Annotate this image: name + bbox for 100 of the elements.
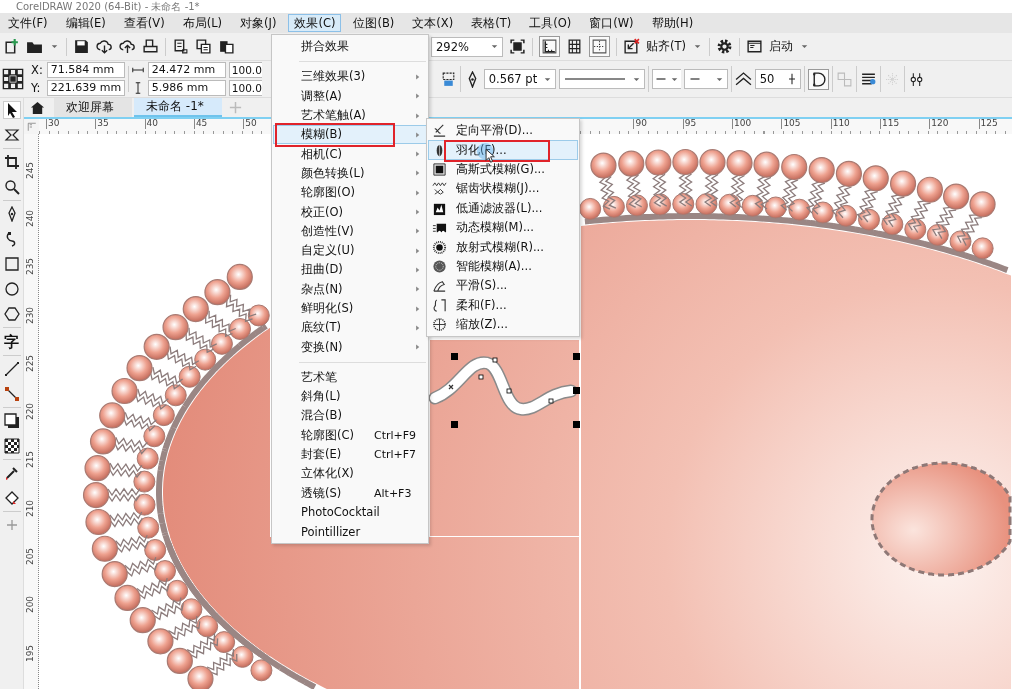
menu-item[interactable]: 文件(F): [2, 14, 54, 32]
menu-item[interactable]: 三维效果(3): [273, 67, 427, 87]
save-icon[interactable]: [73, 38, 90, 55]
export-icon[interactable]: [195, 38, 212, 55]
menu-item[interactable]: 变换(N): [273, 337, 427, 357]
menu-item[interactable]: 表格(T): [465, 14, 518, 32]
menu-item[interactable]: 编辑(E): [59, 14, 112, 32]
menu-item[interactable]: 扭曲(D): [273, 260, 427, 280]
menu-item[interactable]: 斜角(L): [273, 387, 427, 407]
menu-item[interactable]: 放射式模糊(R)...: [428, 237, 578, 257]
menu-item[interactable]: 布局(L): [176, 14, 229, 32]
menu-item[interactable]: 底纹(T): [273, 318, 427, 338]
start-arrow-field[interactable]: [651, 69, 681, 89]
shape-tool-icon[interactable]: [3, 127, 20, 143]
menu-item[interactable]: PhotoCocktail: [273, 502, 427, 523]
close-curve-icon[interactable]: [807, 68, 829, 90]
document-tab[interactable]: 欢迎屏幕: [54, 98, 132, 117]
menu-item[interactable]: 位图(B): [347, 14, 401, 32]
menu-item[interactable]: 相机(C): [273, 144, 427, 164]
width-field[interactable]: 24.472 mm: [147, 62, 226, 78]
menu-item[interactable]: 鲜明化(S): [273, 298, 427, 319]
menu-item[interactable]: 校正(O): [273, 202, 427, 222]
fill-tool-icon[interactable]: [3, 490, 20, 506]
menu-item[interactable]: 动态模糊(M)...: [428, 217, 578, 238]
menu-item[interactable]: 帮助(H): [645, 14, 700, 32]
launch-window-icon[interactable]: [746, 38, 763, 55]
menu-item[interactable]: 工具(O): [523, 14, 578, 32]
guidelines-icon[interactable]: [589, 36, 610, 57]
eyedropper-tool-icon[interactable]: [3, 465, 20, 481]
menu-item[interactable]: 艺术笔: [273, 367, 427, 388]
menu-item[interactable]: Pointillizer: [273, 522, 427, 542]
new-document-icon[interactable]: [3, 38, 20, 55]
menu-item[interactable]: 杂点(N): [273, 279, 427, 299]
outline-width-field[interactable]: 0.567 pt: [483, 69, 556, 89]
menu-item[interactable]: 混合(B): [273, 406, 427, 426]
reference-point-icon[interactable]: [2, 68, 24, 90]
menu-item[interactable]: 封套(E) Ctrl+F7: [273, 444, 427, 465]
pick-tool-icon[interactable]: [3, 102, 20, 118]
zoom-level-field[interactable]: 292%: [431, 36, 503, 57]
line-tool-icon[interactable]: [3, 361, 20, 377]
polygon-tool-icon[interactable]: [3, 306, 20, 322]
ruler-label: 220: [26, 403, 36, 421]
menu-item[interactable]: 立体化(X): [273, 464, 427, 484]
menu-item[interactable]: 平滑(S)...: [428, 276, 578, 296]
scale-x-field[interactable]: 100.0: [228, 62, 262, 78]
smoothing-field[interactable]: 50: [754, 69, 801, 89]
menu-item[interactable]: 艺术笔触(A): [273, 105, 427, 126]
connector-tool-icon[interactable]: [3, 386, 20, 402]
menu-item[interactable]: 智能模糊(A)...: [428, 256, 578, 277]
zoom-tool-icon[interactable]: [3, 179, 20, 195]
scale-y-field[interactable]: 100.0: [228, 80, 262, 96]
menu-item[interactable]: 效果(C): [288, 14, 342, 32]
menu-item[interactable]: 文本(X): [406, 14, 460, 32]
menu-item[interactable]: 锯齿状模糊(J)...: [428, 179, 578, 199]
line-style-field[interactable]: [558, 69, 645, 89]
menu-item[interactable]: 创造性(V): [273, 221, 427, 241]
ellipse-tool-icon[interactable]: [3, 281, 20, 297]
cloud-download-icon[interactable]: [96, 38, 113, 55]
settings-icon[interactable]: [716, 38, 733, 55]
menu-item[interactable]: 羽化(F)...: [428, 140, 578, 160]
print-icon[interactable]: [142, 38, 159, 55]
menu-item[interactable]: 查看(V): [117, 14, 171, 32]
shadow-tool-icon[interactable]: [3, 413, 20, 429]
cloud-upload-icon[interactable]: [119, 38, 136, 55]
snap-off-icon[interactable]: [623, 38, 640, 55]
extract-nodes-icon[interactable]: [883, 70, 901, 88]
grid-icon[interactable]: [566, 38, 583, 55]
document-tab[interactable]: 未命名 -1*: [134, 98, 222, 117]
home-icon[interactable]: [30, 100, 45, 115]
menu-item[interactable]: 定向平滑(D)...: [428, 121, 578, 141]
publish-icon[interactable]: [218, 38, 235, 55]
full-screen-icon[interactable]: [509, 38, 526, 55]
menu-item[interactable]: 拼合效果: [273, 37, 427, 57]
import-icon[interactable]: [172, 38, 189, 55]
menu-item[interactable]: 调整(A): [273, 86, 427, 106]
menu-item[interactable]: 低通滤波器(L)...: [428, 198, 578, 218]
transparency-tool-icon[interactable]: [3, 438, 20, 454]
end-arrow-field[interactable]: [683, 69, 728, 89]
menu-item[interactable]: 窗口(W): [583, 14, 640, 32]
menu-item[interactable]: 颜色转换(L): [273, 163, 427, 184]
menu-item[interactable]: 柔和(F)...: [428, 295, 578, 315]
snap-to-button[interactable]: 贴齐(T): [646, 39, 686, 54]
menu-item[interactable]: 自定义(U): [273, 240, 427, 261]
menu-item[interactable]: 缩放(Z)...: [428, 314, 578, 335]
menu-item[interactable]: 对象(J): [234, 14, 283, 32]
height-field[interactable]: 5.986 mm: [147, 80, 226, 96]
window-title: CorelDRAW 2020 (64-Bit) - 未命名 -1*: [16, 0, 200, 13]
menu-item[interactable]: 轮廓图(O): [273, 183, 427, 203]
rulers-toggle-icon[interactable]: [539, 36, 560, 57]
selected-curve-drawing[interactable]: [429, 353, 580, 428]
text-tool[interactable]: 字: [4, 333, 19, 350]
menu-item[interactable]: 轮廓图(C) Ctrl+F9: [273, 425, 427, 445]
rectangle-tool-icon[interactable]: [3, 256, 20, 272]
menu-item[interactable]: 透镜(S) Alt+F3: [273, 483, 427, 503]
launch-button[interactable]: 启动: [769, 39, 793, 54]
menu-item[interactable]: 高斯式模糊(G)...: [428, 159, 578, 180]
menu-item[interactable]: 模糊(B): [273, 125, 427, 145]
x-position-field[interactable]: 71.584 mm: [46, 62, 125, 78]
y-position-field[interactable]: 221.639 mm: [46, 80, 125, 96]
crop-tool-icon[interactable]: [3, 154, 20, 170]
